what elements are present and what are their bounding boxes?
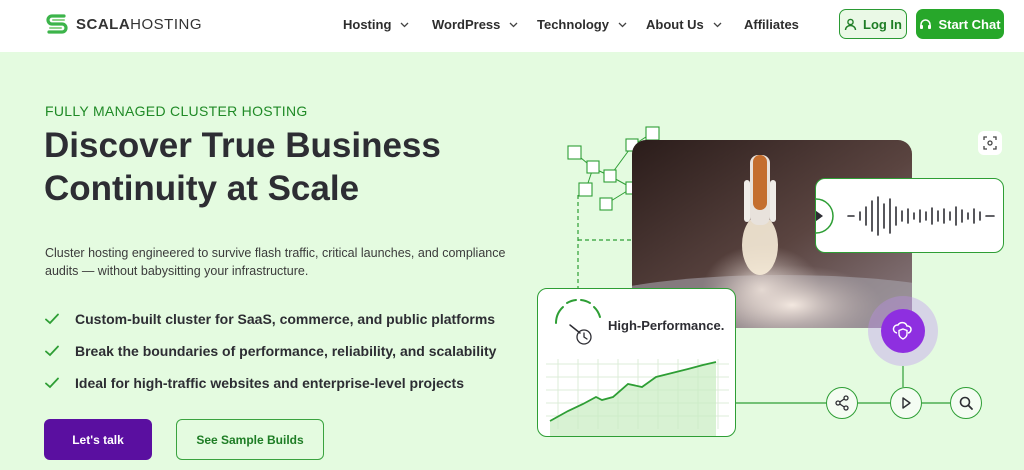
performance-title: High-Performance.: [608, 318, 725, 333]
audio-card: [798, 178, 1004, 253]
focus-button[interactable]: [978, 131, 1002, 155]
share-icon: [835, 395, 849, 411]
performance-card: High-Performance.: [537, 288, 736, 437]
speed-gauge-icon: [555, 299, 601, 345]
security-badge: [868, 296, 938, 366]
search-icon: [959, 396, 973, 410]
play-button[interactable]: [890, 387, 922, 419]
search-button[interactable]: [950, 387, 982, 419]
play-icon: [798, 198, 834, 234]
shield-cloud-icon: [892, 321, 912, 340]
focus-icon: [983, 136, 997, 150]
audio-wave-icon: [847, 196, 995, 236]
play-icon: [902, 397, 911, 409]
share-button[interactable]: [826, 387, 858, 419]
